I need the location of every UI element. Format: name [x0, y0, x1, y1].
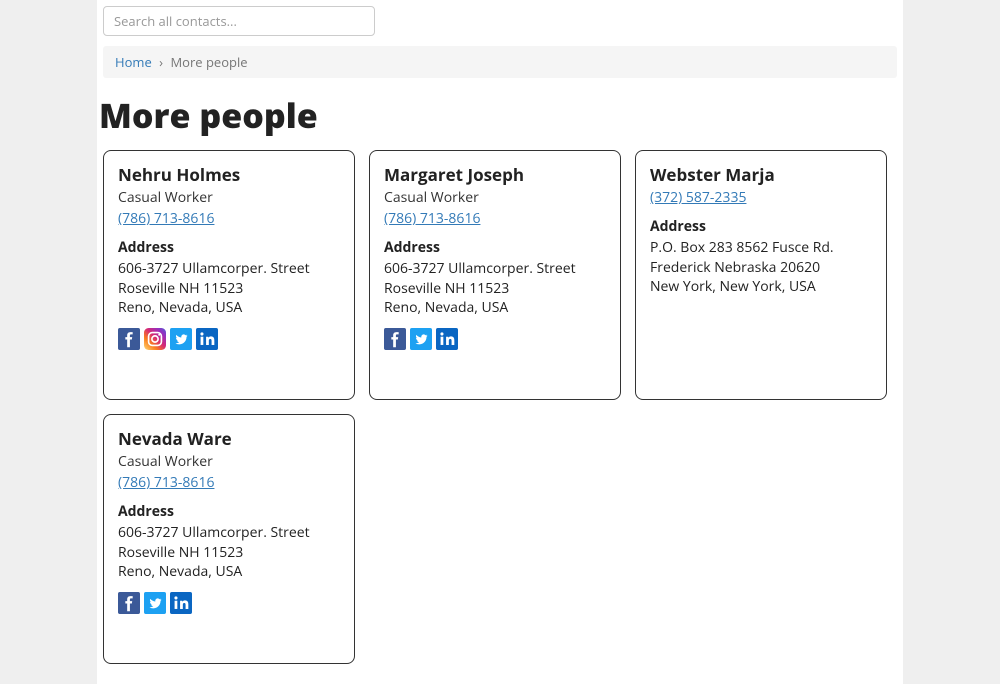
- breadcrumb: Home › More people: [103, 46, 897, 78]
- linkedin-icon[interactable]: [196, 328, 218, 350]
- social-links: [118, 328, 340, 350]
- address-label: Address: [650, 217, 872, 236]
- contact-phone[interactable]: (786) 713-8616: [384, 209, 480, 228]
- contact-role: Casual Worker: [118, 452, 340, 471]
- twitter-icon[interactable]: [170, 328, 192, 350]
- contact-card: Webster Marja (372) 587-2335 Address P.O. B…: [635, 150, 887, 400]
- address-line: Reno, Nevada, USA: [118, 562, 340, 582]
- address-line: Roseville NH 11523: [118, 543, 340, 563]
- address-line: New York, New York, USA: [650, 277, 872, 297]
- address-line: 606-3727 Ullamcorper. Street: [118, 523, 340, 543]
- address-label: Address: [118, 502, 340, 521]
- search-input[interactable]: [103, 6, 375, 36]
- contact-card: Nehru Holmes Casual Worker (786) 713-8616 A…: [103, 150, 355, 400]
- contact-card: Margaret Joseph Casual Worker (786) 713-86…: [369, 150, 621, 400]
- address-line: Reno, Nevada, USA: [118, 298, 340, 318]
- contact-name: Margaret Joseph: [384, 163, 606, 186]
- social-links: [118, 592, 340, 614]
- address-line: 606-3727 Ullamcorper. Street: [118, 259, 340, 279]
- address-line: Roseville NH 11523: [118, 279, 340, 299]
- contact-phone[interactable]: (372) 587-2335: [650, 188, 746, 207]
- contact-name: Nevada Ware: [118, 427, 340, 450]
- breadcrumb-current: More people: [170, 53, 247, 71]
- twitter-icon[interactable]: [144, 592, 166, 614]
- address-line: Frederick Nebraska 20620: [650, 258, 872, 278]
- contact-role: Casual Worker: [118, 188, 340, 207]
- address-line: P.O. Box 283 8562 Fusce Rd.: [650, 238, 872, 258]
- contact-phone[interactable]: (786) 713-8616: [118, 209, 214, 228]
- breadcrumb-separator: ›: [159, 53, 163, 71]
- address-line: Roseville NH 11523: [384, 279, 606, 299]
- linkedin-icon[interactable]: [436, 328, 458, 350]
- address-line: Reno, Nevada, USA: [384, 298, 606, 318]
- facebook-icon[interactable]: [384, 328, 406, 350]
- contact-role: Casual Worker: [384, 188, 606, 207]
- facebook-icon[interactable]: [118, 592, 140, 614]
- breadcrumb-home[interactable]: Home: [115, 53, 152, 71]
- address-line: 606-3727 Ullamcorper. Street: [384, 259, 606, 279]
- address-label: Address: [118, 238, 340, 257]
- contact-name: Nehru Holmes: [118, 163, 340, 186]
- twitter-icon[interactable]: [410, 328, 432, 350]
- contact-phone[interactable]: (786) 713-8616: [118, 473, 214, 492]
- contact-card: Nevada Ware Casual Worker (786) 713-8616 Ad…: [103, 414, 355, 664]
- address-label: Address: [384, 238, 606, 257]
- page-title: More people: [99, 92, 903, 138]
- linkedin-icon[interactable]: [170, 592, 192, 614]
- social-links: [384, 328, 606, 350]
- contact-name: Webster Marja: [650, 163, 872, 186]
- instagram-icon[interactable]: [144, 328, 166, 350]
- facebook-icon[interactable]: [118, 328, 140, 350]
